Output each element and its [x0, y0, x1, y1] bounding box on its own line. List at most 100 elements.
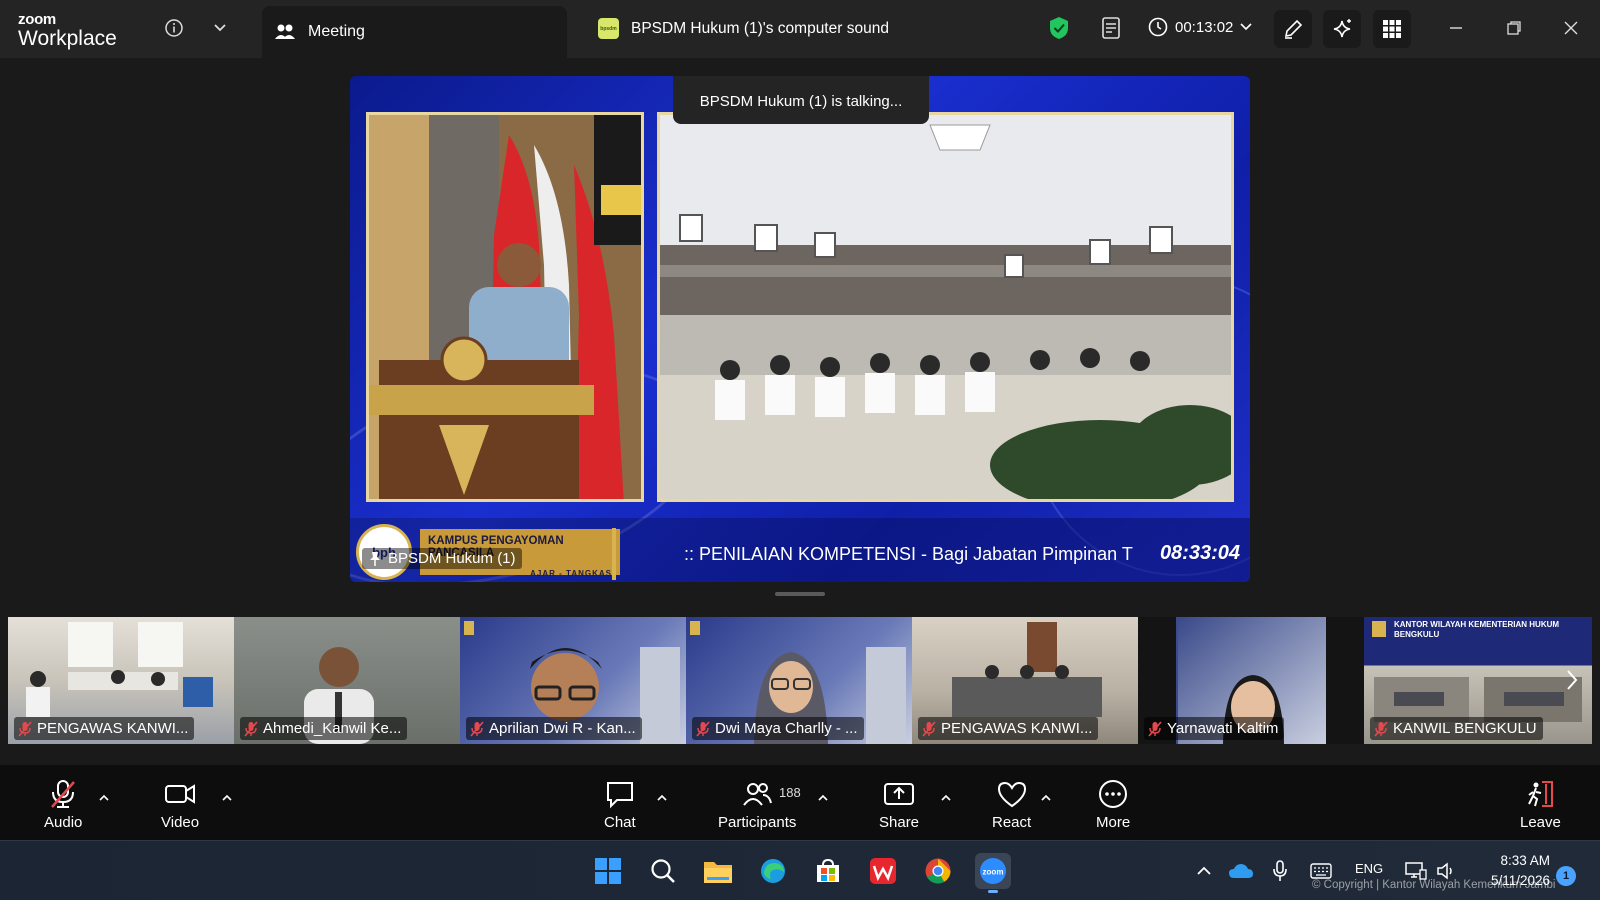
- zoom-icon[interactable]: zoom: [975, 853, 1011, 893]
- chevron-down-icon[interactable]: [206, 14, 234, 42]
- active-speaker-video[interactable]: BPSDM Hukum (1) is talking... bph KAMPUS…: [350, 76, 1250, 582]
- participant-tile[interactable]: Ahmedi_Kanwil Ke...: [234, 617, 460, 744]
- share-options-caret[interactable]: [938, 789, 954, 805]
- chat-button[interactable]: Chat: [604, 779, 636, 831]
- clock-icon: [1148, 17, 1168, 37]
- video-button[interactable]: Video: [161, 779, 199, 831]
- computer-sound-label: BPSDM Hukum (1)'s computer sound: [631, 19, 889, 37]
- speaker-name: BPSDM Hukum (1): [388, 550, 516, 567]
- chat-bubble-icon: [606, 782, 633, 809]
- participant-name: Ahmedi_Kanwil Ke...: [263, 720, 402, 737]
- participant-name-tag: PENGAWAS KANWI...: [918, 717, 1099, 740]
- tab-meeting[interactable]: Meeting: [262, 6, 567, 58]
- apps-button[interactable]: [1373, 10, 1411, 48]
- participant-name: KANWIL BENGKULU: [1393, 720, 1537, 737]
- sparkle-icon: [1333, 19, 1351, 38]
- participant-tile[interactable]: Yarnawati Kaltim: [1138, 617, 1364, 744]
- microphone-icon[interactable]: [1262, 853, 1298, 889]
- chat-options-caret[interactable]: [654, 789, 670, 805]
- mic-muted-icon: [1374, 720, 1388, 737]
- onedrive-icon[interactable]: [1223, 853, 1259, 889]
- gallery-next-button[interactable]: [1560, 663, 1584, 697]
- video-camera-icon: [165, 784, 196, 804]
- audience-room-feed: [657, 112, 1234, 502]
- meeting-timer[interactable]: 00:13:02: [1148, 17, 1252, 37]
- participant-tile[interactable]: PENGAWAS KANWI...: [8, 617, 234, 744]
- more-button[interactable]: More: [1096, 779, 1130, 831]
- bpsdm-logo: bpsdm: [598, 18, 619, 39]
- participants-label: Participants: [718, 814, 797, 831]
- grid-icon: [1383, 20, 1401, 38]
- file-explorer-icon[interactable]: [700, 853, 736, 889]
- search-icon[interactable]: [645, 853, 681, 889]
- app-logo: zoom Workplace: [18, 12, 117, 49]
- mic-muted-icon: [470, 720, 484, 737]
- computer-sound-indicator: bpsdm BPSDM Hukum (1)'s computer sound: [598, 18, 889, 39]
- react-button[interactable]: React: [992, 779, 1031, 831]
- resize-handle[interactable]: [775, 592, 825, 596]
- video-label: Video: [161, 814, 200, 831]
- mic-muted-icon: [244, 720, 258, 737]
- participant-tile[interactable]: Dwi Maya Charlly - ...: [686, 617, 912, 744]
- close-icon[interactable]: [1557, 14, 1585, 42]
- annotate-button[interactable]: [1274, 10, 1312, 48]
- participant-tile[interactable]: KANTOR WILAYAH KEMENTERIAN HUKUM BENGKUL…: [1364, 617, 1592, 744]
- campus-subtitle: AJAR - TANGKAS: [530, 569, 612, 578]
- ai-companion-button[interactable]: [1323, 10, 1361, 48]
- participant-name-tag: KANWIL BENGKULU: [1370, 717, 1543, 740]
- language-indicator[interactable]: ENG: [1355, 861, 1383, 876]
- clock-time: 8:33 AM: [1500, 853, 1550, 868]
- captions-icon[interactable]: [1098, 14, 1126, 42]
- participant-name: PENGAWAS KANWI...: [37, 720, 189, 737]
- heart-icon: [997, 781, 1026, 808]
- timer-value: 00:13:02: [1175, 18, 1234, 36]
- title-bar: zoom Workplace Meeting bpsdm BPSDM Hukum…: [0, 0, 1600, 58]
- participant-name: PENGAWAS KANWI...: [941, 720, 1093, 737]
- windows-start-icon[interactable]: [590, 853, 626, 889]
- participants-options-caret[interactable]: [815, 789, 831, 805]
- pin-icon: [370, 551, 380, 566]
- audio-button[interactable]: Audio: [44, 779, 82, 831]
- tray-overflow-icon[interactable]: [1186, 853, 1222, 889]
- brand-bottom: Workplace: [18, 27, 117, 50]
- brand-top: zoom: [18, 11, 56, 28]
- edge-icon[interactable]: [755, 853, 791, 889]
- leave-button[interactable]: Leave: [1520, 779, 1561, 831]
- security-shield-icon[interactable]: [1045, 14, 1073, 42]
- participant-count: 188: [779, 785, 801, 800]
- participant-tile[interactable]: Aprilian Dwi R - Kan...: [460, 617, 686, 744]
- more-options-icon: [1099, 780, 1128, 808]
- participant-name-tag: Yarnawati Kaltim: [1144, 717, 1285, 740]
- mic-muted-icon: [1148, 720, 1162, 737]
- audio-options-caret[interactable]: [96, 789, 112, 805]
- info-icon[interactable]: [160, 14, 188, 42]
- share-screen-icon: [884, 783, 915, 805]
- zoom-app-label: zoom: [983, 868, 1004, 877]
- chrome-icon[interactable]: [920, 853, 956, 889]
- share-button[interactable]: Share: [879, 779, 919, 831]
- participant-tile[interactable]: PENGAWAS KANWI...: [912, 617, 1138, 744]
- notification-badge[interactable]: 1: [1556, 866, 1576, 886]
- participant-name: Dwi Maya Charlly - ...: [715, 720, 858, 737]
- broadcast-clock: 08:33:04: [1159, 542, 1240, 564]
- speaker-podium-feed: [366, 112, 644, 502]
- chevron-down-icon: [1240, 23, 1252, 31]
- gallery-strip: PENGAWAS KANWI... Ahmedi_Kanwil Ke... Ap…: [8, 617, 1592, 744]
- react-options-caret[interactable]: [1038, 789, 1054, 805]
- meeting-tab-label: Meeting: [308, 23, 365, 40]
- restore-icon[interactable]: [1500, 14, 1528, 42]
- participant-name-tag: Ahmedi_Kanwil Ke...: [240, 717, 408, 740]
- video-options-caret[interactable]: [219, 789, 235, 805]
- divider: [612, 528, 616, 580]
- ms-store-icon[interactable]: [810, 853, 846, 889]
- wps-office-icon[interactable]: [865, 853, 901, 889]
- participant-name-tag: Dwi Maya Charlly - ...: [692, 717, 864, 740]
- news-ticker: :: PENILAIAN KOMPETENSI - Bagi Jabatan P…: [684, 544, 1133, 564]
- speaker-scene: [369, 115, 641, 499]
- chat-label: Chat: [604, 814, 636, 831]
- participant-name-tag: Aprilian Dwi R - Kan...: [466, 717, 642, 740]
- mic-muted-icon: [51, 780, 76, 808]
- minimize-icon[interactable]: [1442, 14, 1470, 42]
- os-taskbar: zoom ENG 8:33 AM 5/11/2026 1: [0, 840, 1600, 900]
- mic-muted-icon: [696, 720, 710, 737]
